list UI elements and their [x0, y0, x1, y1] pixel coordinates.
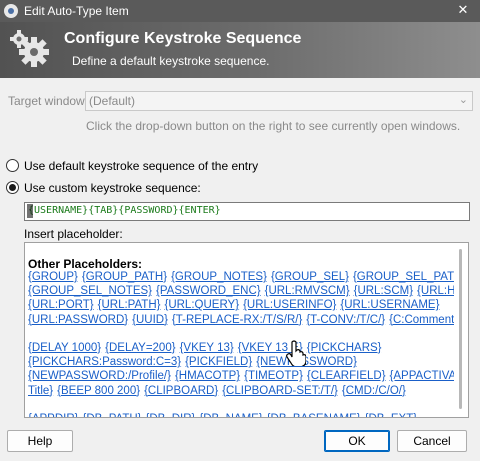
placeholder-list[interactable]: Other Placeholders: {GROUP} {GROUP_PATH}{…	[24, 242, 469, 418]
hand-cursor-icon	[286, 340, 306, 366]
placeholder-link[interactable]: {CMD:/C/O/}	[342, 385, 406, 397]
placeholder-line: {URL:PORT} {URL:PATH} {URL:QUERY} {URL:USER…	[28, 299, 443, 311]
placeholder-link[interactable]: Title}	[28, 385, 53, 397]
keystroke-sequence-text: {USERNAME}{TAB}{PASSWORD}{ENTER}	[28, 205, 221, 216]
placeholder-line: {GROUP_SEL_NOTES} {PASSWORD_ENC} {URL:RMVS…	[28, 285, 468, 297]
placeholder-link[interactable]: {GROUP_PATH}	[82, 271, 167, 283]
placeholder-link[interactable]: {DB_DIR}	[146, 413, 196, 417]
placeholder-link[interactable]: {APPDIR}	[28, 413, 79, 417]
placeholder-line: {URL:PASSWORD} {UUID} {T-REPLACE-RX:/T/S/R…	[28, 314, 462, 326]
placeholder-link[interactable]: {T-REPLACE-RX:/T/S/R/}	[172, 314, 302, 326]
placeholder-link[interactable]: {URL:PASSWORD}	[28, 314, 128, 326]
help-button[interactable]: Help	[7, 430, 73, 452]
default-sequence-radio[interactable]	[6, 159, 19, 172]
chevron-down-icon[interactable]: ⌄	[459, 93, 468, 106]
placeholder-link[interactable]: {GROUP_SEL}	[271, 271, 349, 283]
placeholder-line: {APPDIR} {DB_PATH} {DB_DIR}{DB_NAME} {DB_BA…	[28, 413, 421, 417]
keepass-app-icon	[4, 4, 18, 18]
placeholder-line: {NEWPASSWORD:/Profile/} {HMACOTP} {TIMEOTP…	[28, 370, 468, 382]
placeholder-line: {PICKCHARS:Password:C=3} {PICKFIELD} {NEWP…	[28, 356, 361, 368]
placeholder-scrollbar[interactable]	[454, 243, 468, 417]
placeholder-link[interactable]: {C:Comment}	[389, 314, 458, 326]
placeholder-link[interactable]: {DB_NAME}	[199, 413, 262, 417]
target-window-hint: Click the drop-down button on the right …	[86, 119, 461, 133]
placeholder-line: Title} {BEEP 800 200} {CLIPBOARD} {CLIPBOAR…	[28, 385, 410, 397]
placeholder-link[interactable]: {URL:QUERY}	[164, 299, 239, 311]
window-title: Edit Auto-Type Item	[24, 4, 129, 18]
placeholder-link[interactable]: {HMACOTP}	[175, 370, 240, 382]
placeholder-link[interactable]: {PICKFIELD}	[185, 356, 252, 368]
placeholder-link[interactable]: {GROUP_SEL_NOTES}	[28, 285, 152, 297]
placeholder-link[interactable]: {GROUP_NOTES}	[171, 271, 267, 283]
target-window-combo[interactable]: (Default) ⌄	[85, 91, 473, 111]
ok-button[interactable]: OK	[324, 430, 390, 452]
placeholder-link[interactable]: {DB_EXT}	[365, 413, 417, 417]
placeholder-link[interactable]: {PICKCHARS}	[307, 342, 382, 354]
placeholder-link[interactable]: {CLIPBOARD-SET:/T/}	[222, 385, 338, 397]
placeholder-link[interactable]: {DELAY=200}	[105, 342, 175, 354]
banner-subtitle: Define a default keystroke sequence.	[72, 54, 270, 68]
placeholder-link[interactable]: {PASSWORD_ENC}	[156, 285, 261, 297]
text-caret	[27, 204, 33, 218]
placeholder-link[interactable]: {URL:PORT}	[28, 299, 94, 311]
placeholder-link[interactable]: {DB_PATH}	[83, 413, 142, 417]
target-window-value: (Default)	[89, 94, 136, 108]
scrollbar-thumb[interactable]	[459, 249, 462, 409]
cancel-button[interactable]: Cancel	[397, 430, 467, 452]
placeholder-link[interactable]: {NEWPASSWORD:/Profile/}	[28, 370, 171, 382]
placeholder-link[interactable]: {DB_BASENAME}	[267, 413, 361, 417]
placeholder-line: {DELAY 1000} {DELAY=200} {VKEY 13} {VKEY 13…	[28, 342, 386, 354]
custom-sequence-label[interactable]: Use custom keystroke sequence:	[24, 181, 201, 195]
placeholder-link[interactable]: {NEWPASSWORD}	[256, 356, 357, 368]
close-icon[interactable]: ✕	[446, 0, 480, 22]
title-bar: Edit Auto-Type Item ✕	[0, 0, 480, 22]
placeholder-link[interactable]: {T-CONV:/T/C/}	[306, 314, 385, 326]
custom-sequence-radio[interactable]	[6, 181, 19, 194]
button-bar: Help OK Cancel	[0, 420, 480, 461]
placeholder-link[interactable]: {URL:USERINFO}	[243, 299, 336, 311]
keystroke-sequence-input[interactable]: {USERNAME}{TAB}{PASSWORD}{ENTER}	[24, 202, 470, 221]
target-window-label: Target window:	[8, 94, 89, 108]
insert-placeholder-label: Insert placeholder:	[24, 227, 123, 241]
placeholder-heading: Other Placeholders:	[28, 257, 143, 271]
placeholder-link[interactable]: {VKEY 13}	[180, 342, 234, 354]
placeholder-link[interactable]: {GROUP}	[28, 271, 78, 283]
placeholder-link[interactable]: {URL:SCM}	[354, 285, 413, 297]
placeholder-link[interactable]: {CLEARFIELD}	[307, 370, 386, 382]
gears-icon	[10, 30, 49, 67]
placeholder-link[interactable]: {BEEP 800 200}	[57, 385, 140, 397]
placeholder-link[interactable]: {URL:RMVSCM}	[265, 285, 350, 297]
placeholder-link[interactable]: {CLIPBOARD}	[144, 385, 218, 397]
placeholder-link[interactable]: {TIMEOTP}	[244, 370, 303, 382]
banner-title: Configure Keystroke Sequence	[64, 30, 302, 47]
placeholder-link[interactable]: {URL:PATH}	[98, 299, 161, 311]
default-sequence-label[interactable]: Use default keystroke sequence of the en…	[24, 159, 258, 173]
header-banner: Configure Keystroke Sequence Define a de…	[0, 22, 480, 78]
placeholder-line: {GROUP} {GROUP_PATH} {GROUP_NOTES} {GROUP_S…	[28, 271, 468, 283]
placeholder-link[interactable]: {UUID}	[132, 314, 168, 326]
placeholder-link[interactable]: {URL:USERNAME}	[340, 299, 439, 311]
placeholder-link[interactable]: {DELAY 1000}	[28, 342, 101, 354]
placeholder-link[interactable]: {PICKCHARS:Password:C=3}	[28, 356, 181, 368]
placeholder-link[interactable]: {GROUP_SEL_PATH}	[353, 271, 466, 283]
